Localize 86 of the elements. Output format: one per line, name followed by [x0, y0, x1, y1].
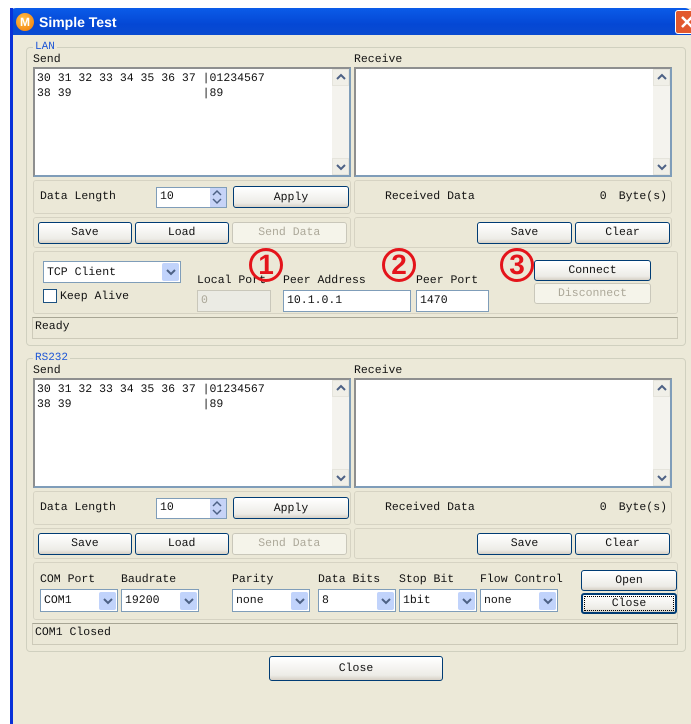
scroll-down-icon[interactable]	[653, 158, 670, 175]
dropdown-value: none	[483, 594, 513, 607]
scrollbar[interactable]	[332, 69, 349, 175]
group-title: LAN	[34, 41, 56, 53]
button[interactable]: Open	[581, 570, 677, 591]
button[interactable]: Clear	[575, 532, 670, 554]
label: Baudrate	[121, 573, 178, 587]
scroll-down-icon[interactable]	[332, 469, 349, 486]
dropdown[interactable]: 19200	[121, 589, 199, 612]
dropdown[interactable]: COM1	[40, 589, 118, 612]
button[interactable]: Close	[581, 593, 677, 614]
button[interactable]: Apply	[233, 497, 349, 519]
button[interactable]: Close	[269, 656, 443, 681]
status-bar: COM1 Closed	[32, 623, 678, 645]
annotation-marker: 2	[382, 248, 416, 282]
text-area[interactable]	[354, 378, 672, 488]
scroll-up-icon[interactable]	[653, 69, 670, 86]
label: Received Data	[385, 501, 476, 515]
dropdown-value: 19200	[124, 594, 161, 607]
window-title: Simple Test	[39, 14, 118, 30]
spin-field[interactable]: 10	[156, 498, 227, 518]
button[interactable]: Save	[38, 222, 132, 244]
label: Received Data	[385, 190, 476, 204]
button[interactable]: Clear	[575, 222, 670, 244]
byte-count: 0	[600, 501, 607, 515]
dropdown[interactable]: 1bit	[399, 589, 477, 612]
app-logo: M	[16, 12, 34, 30]
label: COM Port	[40, 573, 96, 587]
scroll-up-icon[interactable]	[332, 69, 349, 86]
label: Peer Address	[283, 274, 367, 288]
dropdown[interactable]: none	[480, 589, 558, 612]
scroll-up-icon[interactable]	[332, 380, 349, 397]
dropdown[interactable]: 8	[318, 589, 396, 612]
button[interactable]: Save	[477, 222, 572, 244]
dropdown-value: TCP Client	[46, 266, 118, 278]
dropdown-value: COM1	[43, 594, 73, 607]
text-line: 38 39 |89	[37, 397, 224, 412]
text-line: 30 31 32 33 34 35 36 37 |01234567	[37, 382, 265, 397]
label: Data Bits	[318, 573, 382, 587]
text-area[interactable]: 30 31 32 33 34 35 36 37 |01234567 38 39 |89	[33, 67, 351, 177]
label: Stop Bit	[399, 573, 456, 587]
scrollbar[interactable]	[332, 380, 349, 486]
label: Data Length	[40, 190, 117, 204]
scroll-down-icon[interactable]	[653, 469, 670, 486]
label: Receive	[354, 364, 404, 378]
button[interactable]: Load	[134, 222, 229, 244]
text-line: 38 39 |89	[37, 86, 224, 101]
label: Send	[33, 364, 62, 378]
button[interactable]: Apply	[233, 186, 349, 208]
label: Data Length	[40, 501, 117, 515]
input-field[interactable]: 10.1.0.1	[283, 290, 411, 312]
checkbox[interactable]: Keep Alive	[43, 289, 197, 303]
button[interactable]: Save	[38, 532, 132, 554]
label: Send	[33, 53, 62, 67]
dropdown-value: 8	[321, 594, 330, 607]
label: Peer Port	[416, 274, 480, 288]
label: Parity	[232, 573, 274, 587]
label: Receive	[354, 53, 404, 67]
text-area[interactable]	[354, 67, 672, 177]
scroll-up-icon[interactable]	[653, 380, 670, 397]
spin-arrows-icon[interactable]	[210, 188, 226, 206]
input-field[interactable]: 1470	[416, 290, 489, 312]
spin-value: 10	[159, 188, 175, 204]
status-bar: Ready	[32, 317, 678, 339]
spin-field[interactable]: 10	[156, 186, 227, 208]
label: Byte(s)	[618, 190, 667, 204]
button[interactable]: Connect	[534, 260, 651, 281]
group-title: RS232	[34, 352, 70, 364]
annotation-marker: 3	[500, 248, 534, 282]
dropdown-value: none	[235, 594, 265, 607]
scroll-down-icon[interactable]	[332, 158, 349, 175]
label: Flow Control	[480, 573, 563, 587]
spin-arrows-icon[interactable]	[210, 498, 226, 518]
button[interactable]: Save	[477, 532, 572, 554]
spin-value: 10	[159, 500, 175, 516]
button[interactable]: Load	[134, 532, 229, 554]
close-icon	[680, 14, 691, 28]
dropdown-value: 1bit	[402, 594, 432, 607]
label: Byte(s)	[618, 501, 667, 515]
text-area[interactable]: 30 31 32 33 34 35 36 37 |01234567 38 39 |89	[33, 378, 351, 488]
text-line: 30 31 32 33 34 35 36 37 |01234567	[37, 71, 265, 86]
scrollbar[interactable]	[653, 69, 670, 175]
scrollbar[interactable]	[653, 380, 670, 486]
dropdown[interactable]: none	[232, 589, 310, 612]
dropdown[interactable]: TCP Client	[43, 261, 181, 283]
byte-count: 0	[600, 190, 607, 204]
